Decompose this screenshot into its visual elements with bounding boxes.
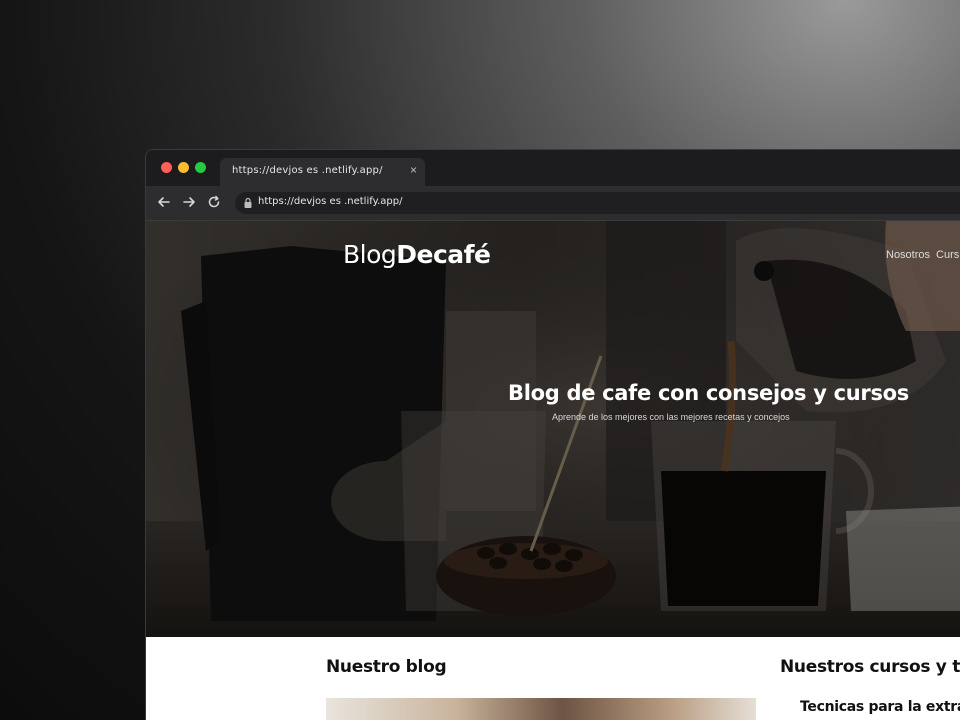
tab-bar: https://devjos es .netlify.app/ × xyxy=(146,150,960,186)
hero-title: Blog de cafe con consejos y cursos xyxy=(508,381,909,405)
url-text: https://devjos es .netlify.app/ xyxy=(258,196,403,207)
nav-link-cursos[interactable]: Curs xyxy=(936,249,959,261)
logo-text-bold: Decafé xyxy=(396,240,491,269)
site-logo[interactable]: BlogDecafé xyxy=(343,240,491,269)
browser-tab[interactable]: https://devjos es .netlify.app/ × xyxy=(220,158,425,186)
minimize-window-button[interactable] xyxy=(178,162,189,173)
lock-icon xyxy=(244,197,252,208)
hero-coffee-photo xyxy=(146,221,960,637)
address-bar[interactable]: https://devjos es .netlify.app/ xyxy=(235,192,960,214)
close-icon[interactable]: × xyxy=(410,163,417,177)
reload-icon[interactable] xyxy=(204,192,224,212)
browser-toolbar: https://devjos es .netlify.app/ xyxy=(146,186,960,221)
close-window-button[interactable] xyxy=(161,162,172,173)
back-arrow-icon[interactable] xyxy=(154,192,174,212)
browser-window: https://devjos es .netlify.app/ × https:… xyxy=(145,149,960,720)
page-viewport: BlogDecafé Nosotros Curs Blog de cafe con… xyxy=(146,221,960,720)
logo-text-light: Blog xyxy=(343,240,397,269)
forward-arrow-icon[interactable] xyxy=(179,192,199,212)
maximize-window-button[interactable] xyxy=(195,162,206,173)
site-nav: Nosotros Curs xyxy=(886,249,960,261)
course-title[interactable]: Tecnicas para la extracc xyxy=(800,699,960,715)
hero-banner: BlogDecafé Nosotros Curs Blog de cafe con… xyxy=(146,221,960,637)
hero-subtitle: Aprende de los mejores con las mejores r… xyxy=(552,412,790,422)
blog-section-heading: Nuestro blog xyxy=(326,657,447,677)
courses-section-heading: Nuestros cursos y talle xyxy=(780,657,960,677)
blog-post-image[interactable] xyxy=(326,698,756,720)
tab-title: https://devjos es .netlify.app/ xyxy=(232,165,383,176)
nav-link-nosotros[interactable]: Nosotros xyxy=(886,249,930,261)
